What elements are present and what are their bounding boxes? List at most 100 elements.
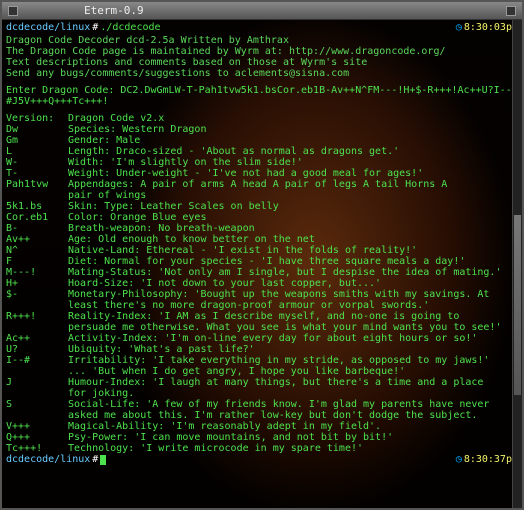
clock-bottom: ◷8:30:37pm (456, 454, 518, 465)
entry-desc: Weight: Under-weight - 'I've not had a g… (68, 168, 518, 179)
clock-icon: ◷ (456, 454, 462, 465)
entry-desc: Length: Draco-sized - 'About as normal a… (68, 146, 518, 157)
entry-code (6, 300, 68, 311)
entry-row: V+++Magical-Ability: 'I'm reasonably ade… (6, 421, 518, 432)
entry-desc: Color: Orange Blue eyes (68, 212, 518, 223)
entry-desc: ... 'But when I do get angry, I hope you… (68, 366, 518, 377)
entry-desc: Native-Land: Ethereal - 'I exist in the … (68, 245, 518, 256)
prompt-path: dcdecode/linux (6, 22, 90, 33)
entry-desc: Social-Life: 'A few of my friends know. … (68, 399, 518, 410)
entry-row: I--#Irritability: 'I take everything in … (6, 355, 518, 366)
entry-code: Ac++ (6, 333, 68, 344)
prompt-hash: # (92, 22, 98, 33)
entry-code: H+ (6, 278, 68, 289)
entry-desc: Activity-Index: 'I'm on-line every day f… (68, 333, 518, 344)
entry-code (6, 366, 68, 377)
entry-code: T- (6, 168, 68, 179)
scrollbar[interactable] (512, 20, 522, 508)
entry-desc: Humour-Index: 'I laugh at many things, b… (68, 377, 518, 388)
minimize-icon[interactable] (506, 6, 516, 16)
entry-code: Q+++ (6, 432, 68, 443)
prompt-command: ./dcdecode (100, 22, 160, 33)
window-menu-icon[interactable] (8, 6, 18, 16)
entry-desc: Age: Old enough to know better on the ne… (68, 234, 518, 245)
entry-code (6, 190, 68, 201)
entry-row: U?Ubiquity: 'What's a past life?' (6, 344, 518, 355)
clock-top: ◷8:30:03pm (456, 22, 518, 33)
entry-desc: Mating-Status: 'Not only am I single, bu… (68, 267, 518, 278)
entry-row: $-Monetary-Philosophy: 'Bought up the we… (6, 289, 518, 300)
entry-code: Pah1tvw (6, 179, 68, 190)
entry-row: Q+++Psy-Power: 'I can move mountains, an… (6, 432, 518, 443)
entry-row: FDiet: Normal for your species - 'I have… (6, 256, 518, 267)
entry-row: Cor.eb1Color: Orange Blue eyes (6, 212, 518, 223)
entry-code: Tc+++! (6, 443, 68, 454)
entry-code: I--# (6, 355, 68, 366)
entry-row: T-Weight: Under-weight - 'I've not had a… (6, 168, 518, 179)
entry-desc: Width: 'I'm slightly on the slim side!' (68, 157, 518, 168)
entry-desc: for joking. (68, 388, 518, 399)
entry-desc: Hoard-Size: 'I not down to your last cop… (68, 278, 518, 289)
entry-row: asked me about this. I'm rather low-key … (6, 410, 518, 421)
entry-code: Av++ (6, 234, 68, 245)
entry-desc: Ubiquity: 'What's a past life?' (68, 344, 518, 355)
entry-row: persuade me otherwise. What you see is w… (6, 322, 518, 333)
clock-icon: ◷ (456, 22, 462, 33)
entry-row: DwSpecies: Western Dragon (6, 124, 518, 135)
entry-code: R+++! (6, 311, 68, 322)
entry-desc: Appendages: A pair of arms A head A pair… (68, 179, 518, 190)
window-title: Eterm-0.9 (24, 4, 500, 17)
entry-code (6, 322, 68, 333)
entry-row: SSocial-Life: 'A few of my friends know.… (6, 399, 518, 410)
entry-row: W-Width: 'I'm slightly on the slim side!… (6, 157, 518, 168)
entry-code: 5k1.bs (6, 201, 68, 212)
header-line: The Dragon Code page is maintained by Wy… (6, 46, 518, 57)
entry-row: pair of wings (6, 190, 518, 201)
entry-code (6, 388, 68, 399)
entry-code: V+++ (6, 421, 68, 432)
entry-desc: asked me about this. I'm rather low-key … (68, 410, 518, 421)
entry-code: N^ (6, 245, 68, 256)
entry-desc: Diet: Normal for your species - 'I have … (68, 256, 518, 267)
entry-row: H+Hoard-Size: 'I not down to your last c… (6, 278, 518, 289)
prompt-line-bottom: dcdecode/linux # ◷8:30:37pm (6, 454, 518, 465)
entry-code: Gm (6, 135, 68, 146)
entry-code (6, 410, 68, 421)
entry-desc: Magical-Ability: 'I'm reasonably adept i… (68, 421, 518, 432)
entry-desc: Psy-Power: 'I can move mountains, and no… (68, 432, 518, 443)
entry-code: M---! (6, 267, 68, 278)
entry-desc: Gender: Male (68, 135, 518, 146)
cursor (100, 455, 106, 465)
entry-code: F (6, 256, 68, 267)
prompt-path: dcdecode/linux (6, 454, 90, 465)
entry-code: S (6, 399, 68, 410)
entry-code: J (6, 377, 68, 388)
entry-code: Version: (6, 113, 68, 124)
entry-row: B-Breath-weapon: No breath-weapon (6, 223, 518, 234)
entry-row: JHumour-Index: 'I laugh at many things, … (6, 377, 518, 388)
entry-desc: Irritability: 'I take everything in my s… (68, 355, 518, 366)
input-prompt-line: Enter Dragon Code: DC2.DwGmLW-T-Pah1tvw5… (6, 85, 518, 107)
titlebar[interactable]: Eterm-0.9 (2, 2, 522, 20)
scrollbar-thumb[interactable] (514, 215, 521, 395)
entry-desc: Species: Western Dragon (68, 124, 518, 135)
entry-desc: Dragon Code v2.x (68, 113, 518, 124)
entry-row: GmGender: Male (6, 135, 518, 146)
entry-desc: pair of wings (68, 190, 518, 201)
entry-row: LLength: Draco-sized - 'About as normal … (6, 146, 518, 157)
entry-code: W- (6, 157, 68, 168)
entry-code: Dw (6, 124, 68, 135)
prompt-hash: # (92, 454, 98, 465)
program-header: Dragon Code Decoder dcd-2.5a Written by … (6, 35, 518, 79)
entry-row: Ac++Activity-Index: 'I'm on-line every d… (6, 333, 518, 344)
entry-code: B- (6, 223, 68, 234)
entry-row: Pah1tvwAppendages: A pair of arms A head… (6, 179, 518, 190)
entry-desc: least there's no more dragon-proof armou… (68, 300, 518, 311)
window-frame: Eterm-0.9 dcdecode/linux # ./dcdecode ◷8… (0, 0, 524, 510)
entry-row: Tc+++!Technology: 'I write microcode in … (6, 443, 518, 454)
terminal-area[interactable]: dcdecode/linux # ./dcdecode ◷8:30:03pm D… (2, 20, 522, 508)
entry-code: U? (6, 344, 68, 355)
entry-desc: Skin: Type: Leather Scales on belly (68, 201, 518, 212)
entry-row: M---!Mating-Status: 'Not only am I singl… (6, 267, 518, 278)
entry-desc: Monetary-Philosophy: 'Bought up the weap… (68, 289, 518, 300)
